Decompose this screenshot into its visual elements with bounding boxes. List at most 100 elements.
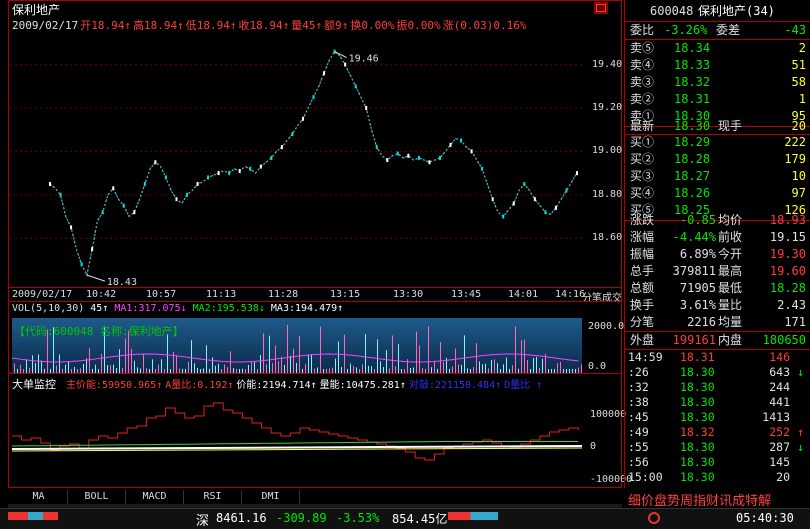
volume-bar: [110, 364, 111, 373]
time-axis-label: 11:28: [268, 289, 299, 300]
stat-value: 19.15: [769, 230, 806, 244]
tab-rsi[interactable]: RSI: [184, 490, 242, 504]
tick-time: 15:00: [628, 470, 663, 484]
volume-bar: [491, 360, 492, 373]
tab-boll[interactable]: BOLL: [68, 490, 126, 504]
stat-row: 总额 71905 最低 18.28: [626, 280, 810, 297]
right-tabs: 细价盘势周指财讯成特解: [628, 490, 808, 509]
price-point: [312, 95, 315, 100]
latest-row: 最新 18.30 现手 20: [626, 118, 810, 135]
volume-bar: [113, 364, 114, 373]
big-order-axis-label: 0: [590, 441, 597, 452]
volume-bar: [299, 336, 300, 373]
tick-time: :49: [628, 425, 649, 439]
status-market: 深: [196, 514, 210, 529]
right-tab[interactable]: 指: [693, 494, 706, 509]
volume-bar: [68, 361, 69, 373]
tick-row: :55 18.30 287 ↓: [626, 440, 810, 455]
volume-bar: [395, 366, 396, 373]
big-order-chart[interactable]: [12, 388, 582, 486]
stat-value: 379811: [672, 264, 716, 278]
bid-label: 买②: [630, 152, 655, 166]
volume-bar: [251, 361, 252, 373]
right-tab[interactable]: 讯: [719, 494, 732, 509]
stat-label: 振幅: [630, 247, 655, 261]
tick-price: 18.30: [680, 410, 715, 424]
tick-price: 18.30: [680, 395, 715, 409]
low-label: 18.43: [107, 277, 137, 286]
price-point: [344, 62, 347, 67]
xianshou-label: 现手: [718, 119, 743, 133]
right-tab[interactable]: 特: [745, 494, 758, 509]
bid-price: 18.27: [674, 169, 711, 183]
volume-label-item: 45↑: [84, 303, 115, 314]
stat-value: 2216: [687, 315, 716, 329]
price-point: [91, 247, 94, 252]
price-point: [164, 175, 167, 180]
bid-label: 买①: [630, 135, 655, 149]
right-tab[interactable]: 价: [641, 494, 654, 509]
big-order-green-line: [12, 441, 579, 447]
price-chart[interactable]: 19.46 18.43: [10, 32, 582, 286]
right-tab[interactable]: 细: [628, 494, 641, 509]
status-change: -309.89: [276, 511, 327, 525]
price-point: [375, 145, 378, 150]
right-tab[interactable]: 盘: [654, 494, 667, 509]
volume-bar: [14, 363, 15, 373]
volume-bar: [434, 360, 435, 373]
price-point: [70, 225, 73, 230]
bid-volume: 222: [784, 135, 806, 149]
stat-value: 2.43: [777, 298, 806, 312]
volume-bar: [119, 349, 120, 373]
bid-label: 买③: [630, 169, 655, 183]
status-pct: -3.53%: [336, 511, 380, 525]
price-point: [270, 155, 273, 160]
right-tab[interactable]: 势: [667, 494, 680, 509]
price-point: [386, 158, 389, 163]
volume-bar: [392, 335, 393, 373]
tick-price: 18.30: [680, 470, 715, 484]
volume-bar: [287, 324, 288, 373]
right-tab[interactable]: 成: [732, 494, 745, 509]
stat-label: 换手: [630, 298, 655, 312]
right-tab[interactable]: 解: [758, 494, 771, 509]
volume-bar: [176, 355, 177, 373]
volume-bar: [167, 334, 168, 373]
volume-bar: [266, 364, 267, 373]
time-axis-label: 13:15: [330, 289, 361, 300]
stat-row: 涨幅 -4.44% 前收 19.15: [626, 229, 810, 246]
price-point: [354, 84, 357, 89]
volume-bar: [296, 362, 297, 373]
stat-row: 总手 379811 最高 19.60: [626, 263, 810, 280]
volume-bar: [377, 339, 378, 373]
price-axis-label: 18.80: [592, 188, 623, 200]
volume-bar: [497, 363, 498, 373]
stat-label: 均价: [718, 213, 743, 227]
bid-row: 买① 18.29 222: [626, 134, 810, 151]
ask-price: 18.32: [674, 75, 711, 89]
ask-volume: 58: [791, 75, 806, 89]
bid-volume: 10: [791, 169, 806, 183]
price-point: [544, 210, 547, 215]
ask-price: 18.34: [674, 41, 711, 55]
stat-label: 涨跌: [630, 213, 655, 227]
price-point: [533, 197, 536, 202]
right-tab[interactable]: 财: [706, 494, 719, 509]
latest-label: 最新: [630, 119, 655, 133]
tab-ma[interactable]: MA: [10, 490, 68, 504]
volume-bar: [26, 359, 27, 373]
volume-bar: [218, 363, 219, 373]
volume-bar: [191, 340, 192, 373]
volume-bar: [443, 361, 444, 373]
bid-price: 18.29: [674, 135, 711, 149]
volume-bar: [131, 348, 132, 373]
low-marker: [86, 274, 106, 282]
tab-macd[interactable]: MACD: [126, 490, 184, 504]
right-tab[interactable]: 周: [680, 494, 693, 509]
volume-bar: [479, 361, 480, 373]
tab-dmi[interactable]: DMI: [242, 490, 300, 504]
neipan-value: 180650: [762, 333, 806, 347]
bid-row: 买④ 18.26 97: [626, 185, 810, 202]
ask-row: 卖④ 18.33 51: [626, 57, 810, 74]
stat-label: 总额: [630, 281, 655, 295]
